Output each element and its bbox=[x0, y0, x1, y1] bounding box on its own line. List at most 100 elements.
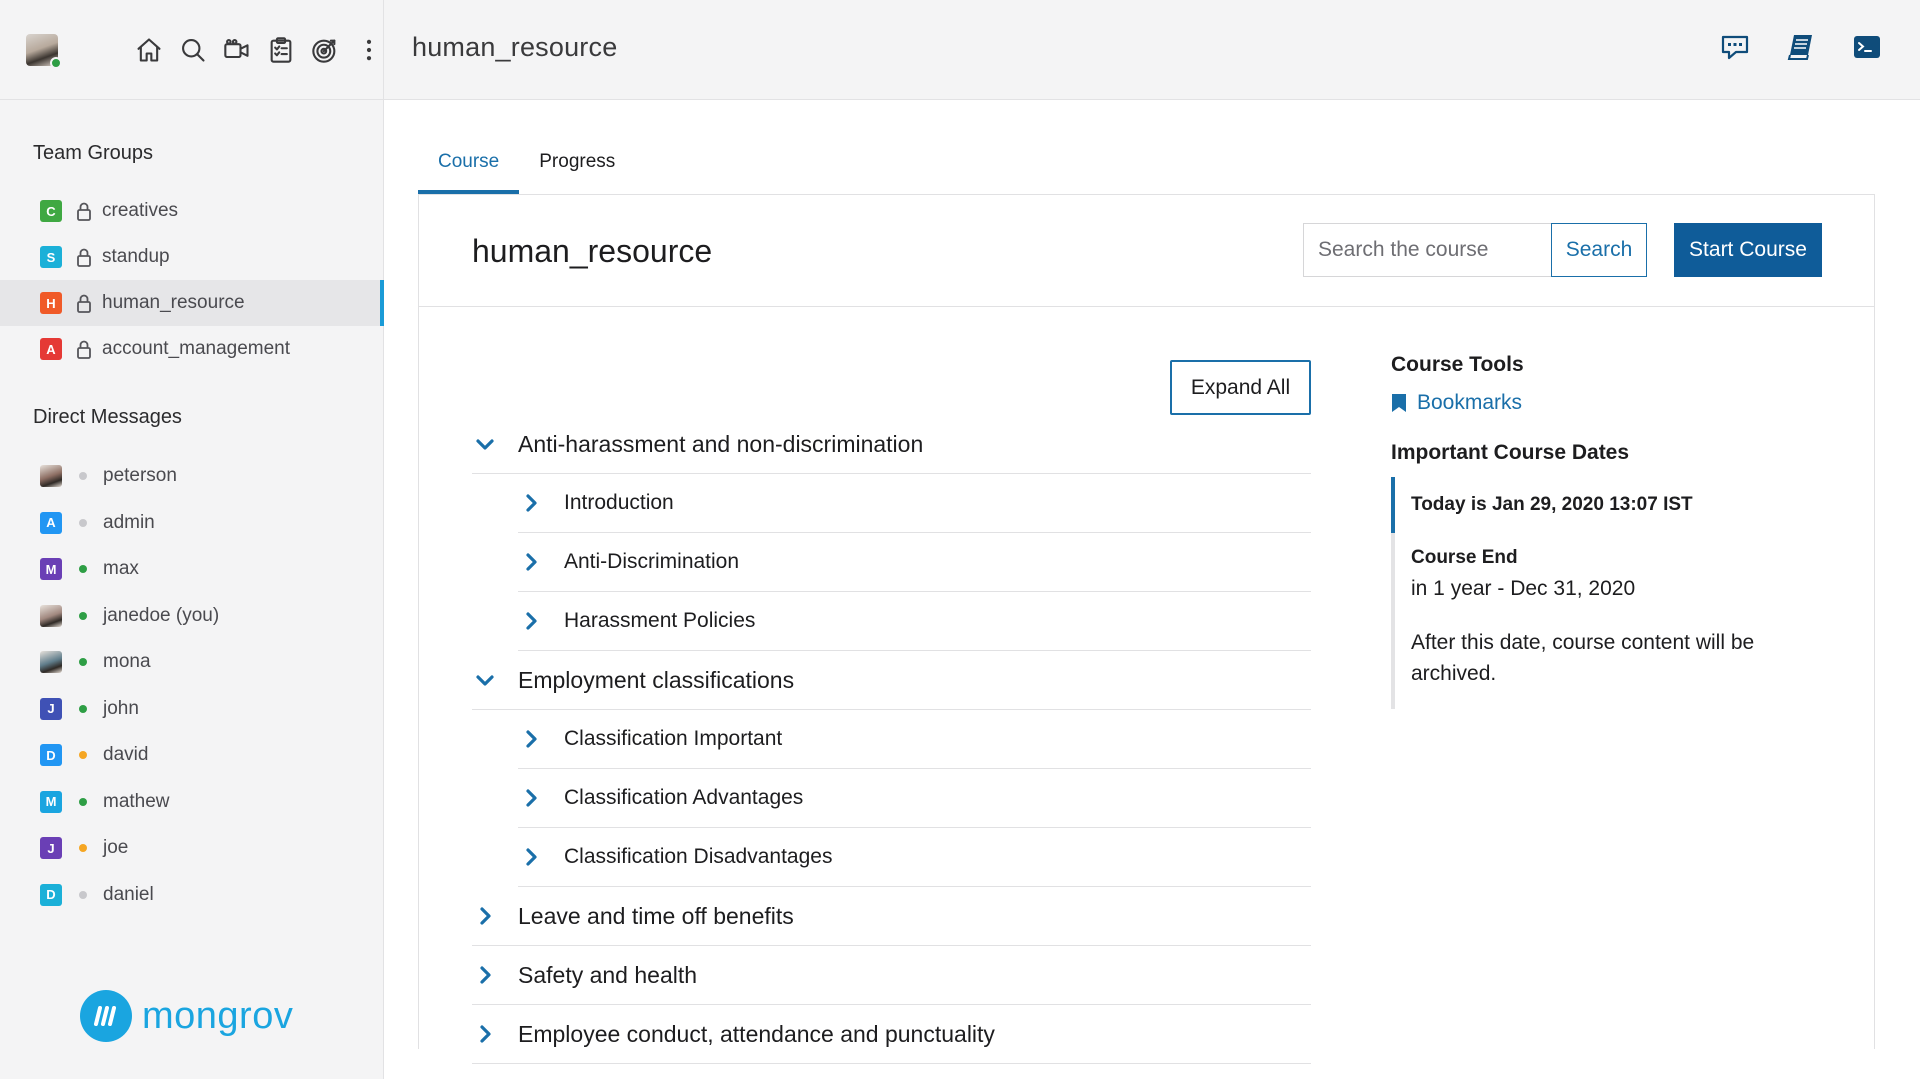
status-dot bbox=[79, 472, 87, 481]
subsection-label: Anti-Discrimination bbox=[564, 550, 740, 573]
status-dot bbox=[79, 611, 87, 620]
important-dates-heading: Important Course Dates bbox=[1391, 441, 1630, 464]
clipboard-icon[interactable] bbox=[266, 30, 296, 70]
outline-section[interactable]: Employee conduct, attendance and punctua… bbox=[472, 1005, 1311, 1064]
bookmarks-label: Bookmarks bbox=[1417, 391, 1523, 414]
archive-note: After this date, course content will be … bbox=[1411, 631, 1755, 685]
status-dot bbox=[79, 518, 87, 527]
dm-item-janedoe[interactable]: janedoe (you) bbox=[0, 593, 384, 640]
course-card: human_resource Search Start Course Expan… bbox=[418, 194, 1875, 1064]
sidebar: Team Groups Ccreatives Sstandup Hhuman_res… bbox=[0, 100, 384, 1079]
chevron-right-icon bbox=[518, 726, 544, 752]
dm-label: joe bbox=[103, 837, 129, 859]
dates-timeline: Today is Jan 29, 2020 13:07 IST Course E… bbox=[1391, 477, 1831, 709]
start-course-button[interactable]: Start Course bbox=[1674, 223, 1822, 277]
group-badge: H bbox=[40, 292, 62, 314]
user-avatar: A bbox=[40, 511, 62, 534]
dm-label: admin bbox=[103, 511, 155, 533]
group-badge: C bbox=[40, 200, 62, 222]
dm-item-mona[interactable]: mona bbox=[0, 639, 384, 686]
dm-item-peterson[interactable]: peterson bbox=[0, 453, 384, 500]
status-dot bbox=[79, 844, 87, 853]
today-marker bbox=[1391, 477, 1395, 533]
group-label: account_management bbox=[102, 338, 291, 359]
outline-section[interactable]: Leave and time off benefits bbox=[472, 887, 1311, 946]
course-outline: Anti-harassment and non-discrimination In… bbox=[472, 415, 1311, 1064]
group-item-human-resource[interactable]: Hhuman_resource bbox=[0, 280, 384, 326]
user-avatar: J bbox=[40, 697, 62, 720]
group-label: standup bbox=[102, 246, 170, 267]
outline-subsection[interactable]: Harassment Policies bbox=[518, 592, 1311, 651]
today-date: Today is Jan 29, 2020 13:07 IST bbox=[1411, 494, 1693, 515]
user-avatar[interactable] bbox=[26, 34, 62, 69]
terminal-icon[interactable] bbox=[1850, 30, 1884, 64]
team-groups-list: Ccreatives Sstandup Hhuman_resource Aaccoun… bbox=[0, 188, 384, 372]
nav-icons bbox=[134, 30, 384, 70]
status-dot bbox=[79, 565, 87, 574]
course-search-input[interactable] bbox=[1303, 223, 1551, 277]
chevron-down-icon bbox=[472, 667, 498, 693]
search-button[interactable]: Search bbox=[1551, 223, 1647, 277]
dm-label: john bbox=[103, 697, 139, 719]
group-badge: A bbox=[40, 338, 62, 360]
section-label: Employee conduct, attendance and punctua… bbox=[518, 1020, 995, 1047]
group-label: creatives bbox=[102, 200, 179, 221]
status-dot bbox=[79, 704, 87, 713]
lock-icon bbox=[76, 293, 92, 313]
expand-all-button[interactable]: Expand All bbox=[1170, 360, 1311, 415]
chevron-right-icon bbox=[518, 844, 544, 870]
dm-item-john[interactable]: Jjohn bbox=[0, 686, 384, 733]
outline-subsection[interactable]: Introduction bbox=[518, 474, 1311, 533]
section-label: Anti-harassment and non-discrimination bbox=[518, 430, 924, 457]
dm-item-admin[interactable]: Aadmin bbox=[0, 500, 384, 547]
right-tools bbox=[1718, 30, 1884, 64]
subsection-label: Introduction bbox=[564, 491, 674, 514]
chevron-down-icon bbox=[472, 431, 498, 457]
user-avatar: J bbox=[40, 837, 62, 860]
outline-section[interactable]: Safety and health bbox=[472, 946, 1311, 1005]
video-icon[interactable] bbox=[222, 30, 252, 70]
direct-messages-list: peterson Aadmin Mmax janedoe (you) mona Jjohn… bbox=[0, 453, 384, 918]
outline-subsection[interactable]: Classification Advantages bbox=[518, 769, 1311, 828]
chevron-right-icon bbox=[472, 903, 498, 929]
page-title: human_resource bbox=[412, 32, 618, 62]
group-badge: S bbox=[40, 246, 62, 268]
target-icon[interactable] bbox=[310, 30, 340, 70]
team-groups-heading: Team Groups bbox=[33, 142, 154, 164]
tab-progress[interactable]: Progress bbox=[519, 130, 635, 194]
more-vertical-icon[interactable] bbox=[354, 30, 384, 70]
outline-subsection[interactable]: Classification Disadvantages bbox=[518, 828, 1311, 887]
topbar-left bbox=[0, 0, 384, 100]
chevron-right-icon bbox=[472, 1021, 498, 1047]
lock-icon bbox=[76, 247, 92, 267]
dm-item-mathew[interactable]: Mmathew bbox=[0, 779, 384, 826]
dm-item-david[interactable]: Ddavid bbox=[0, 732, 384, 779]
outline-subsection[interactable]: Classification Important bbox=[518, 710, 1311, 769]
tab-course[interactable]: Course bbox=[418, 130, 520, 194]
notebook-icon[interactable] bbox=[1784, 30, 1818, 64]
bookmarks-link[interactable]: Bookmarks bbox=[1391, 391, 1831, 415]
group-item-creatives[interactable]: Ccreatives bbox=[0, 188, 384, 234]
chevron-right-icon bbox=[472, 962, 498, 988]
search-icon[interactable] bbox=[178, 30, 208, 70]
user-avatar: D bbox=[40, 883, 62, 906]
group-item-standup[interactable]: Sstandup bbox=[0, 234, 384, 280]
home-icon[interactable] bbox=[134, 30, 164, 70]
outline-subsection[interactable]: Anti-Discrimination bbox=[518, 533, 1311, 592]
course-title: human_resource bbox=[472, 233, 713, 269]
subsection-label: Harassment Policies bbox=[564, 609, 756, 632]
group-item-account-management[interactable]: Aaccount_management bbox=[0, 326, 384, 372]
section-label: Safety and health bbox=[518, 961, 698, 988]
lock-icon bbox=[76, 339, 92, 359]
group-label: human_resource bbox=[102, 292, 245, 313]
section-label: Employment classifications bbox=[518, 666, 795, 693]
dm-item-max[interactable]: Mmax bbox=[0, 546, 384, 593]
dm-item-daniel[interactable]: Ddaniel bbox=[0, 872, 384, 919]
chat-icon[interactable] bbox=[1718, 30, 1752, 64]
status-dot bbox=[79, 890, 87, 899]
subsection-label: Classification Disadvantages bbox=[564, 845, 833, 868]
chevron-right-icon bbox=[518, 785, 544, 811]
outline-section[interactable]: Anti-harassment and non-discrimination bbox=[472, 415, 1311, 474]
outline-section[interactable]: Employment classifications bbox=[472, 651, 1311, 710]
dm-item-joe[interactable]: Jjoe bbox=[0, 825, 384, 872]
